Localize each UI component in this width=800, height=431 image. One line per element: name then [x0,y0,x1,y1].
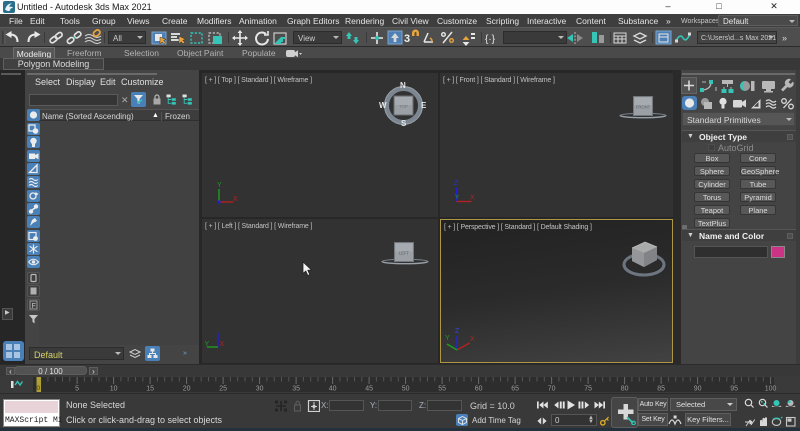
svg-text:15: 15 [146,386,154,393]
svg-text:Z: Z [454,180,459,187]
svg-text:LEFT: LEFT [399,251,410,256]
svg-text:45: 45 [365,386,373,393]
svg-text:F: F [32,303,36,310]
svg-text:90: 90 [694,386,702,393]
svg-text:60: 60 [475,386,483,393]
svg-text:85: 85 [657,386,665,393]
svg-text:100: 100 [765,386,777,393]
svg-text:Y: Y [455,195,459,201]
svg-text:{·}: {·} [485,34,496,45]
svg-text:Y: Y [445,335,450,342]
svg-text:40: 40 [329,386,337,393]
svg-text:X: X [233,196,238,203]
svg-text:65: 65 [511,386,519,393]
svg-text:55: 55 [438,386,446,393]
svg-text:FRONT: FRONT [636,105,651,110]
svg-text:0: 0 [37,385,41,392]
svg-text:70: 70 [548,386,556,393]
svg-text:25: 25 [219,386,227,393]
svg-text:80: 80 [621,386,629,393]
svg-text:5: 5 [75,386,79,393]
svg-text:X: X [470,336,475,343]
svg-text:20: 20 [183,386,191,393]
svg-text:35: 35 [292,386,300,393]
svg-text:Y: Y [205,341,210,348]
svg-text:Y: Y [217,182,222,189]
svg-text:TOP: TOP [399,104,408,109]
svg-text:50: 50 [402,386,410,393]
svg-text:95: 95 [730,386,738,393]
svg-text:3: 3 [404,33,410,45]
svg-text:X: X [220,341,225,348]
svg-text:75: 75 [584,386,592,393]
svg-text:30: 30 [256,386,264,393]
svg-text:Z: Z [455,328,460,335]
svg-text:»: » [782,33,787,43]
svg-text:X: X [470,195,475,202]
svg-text:10: 10 [110,386,118,393]
